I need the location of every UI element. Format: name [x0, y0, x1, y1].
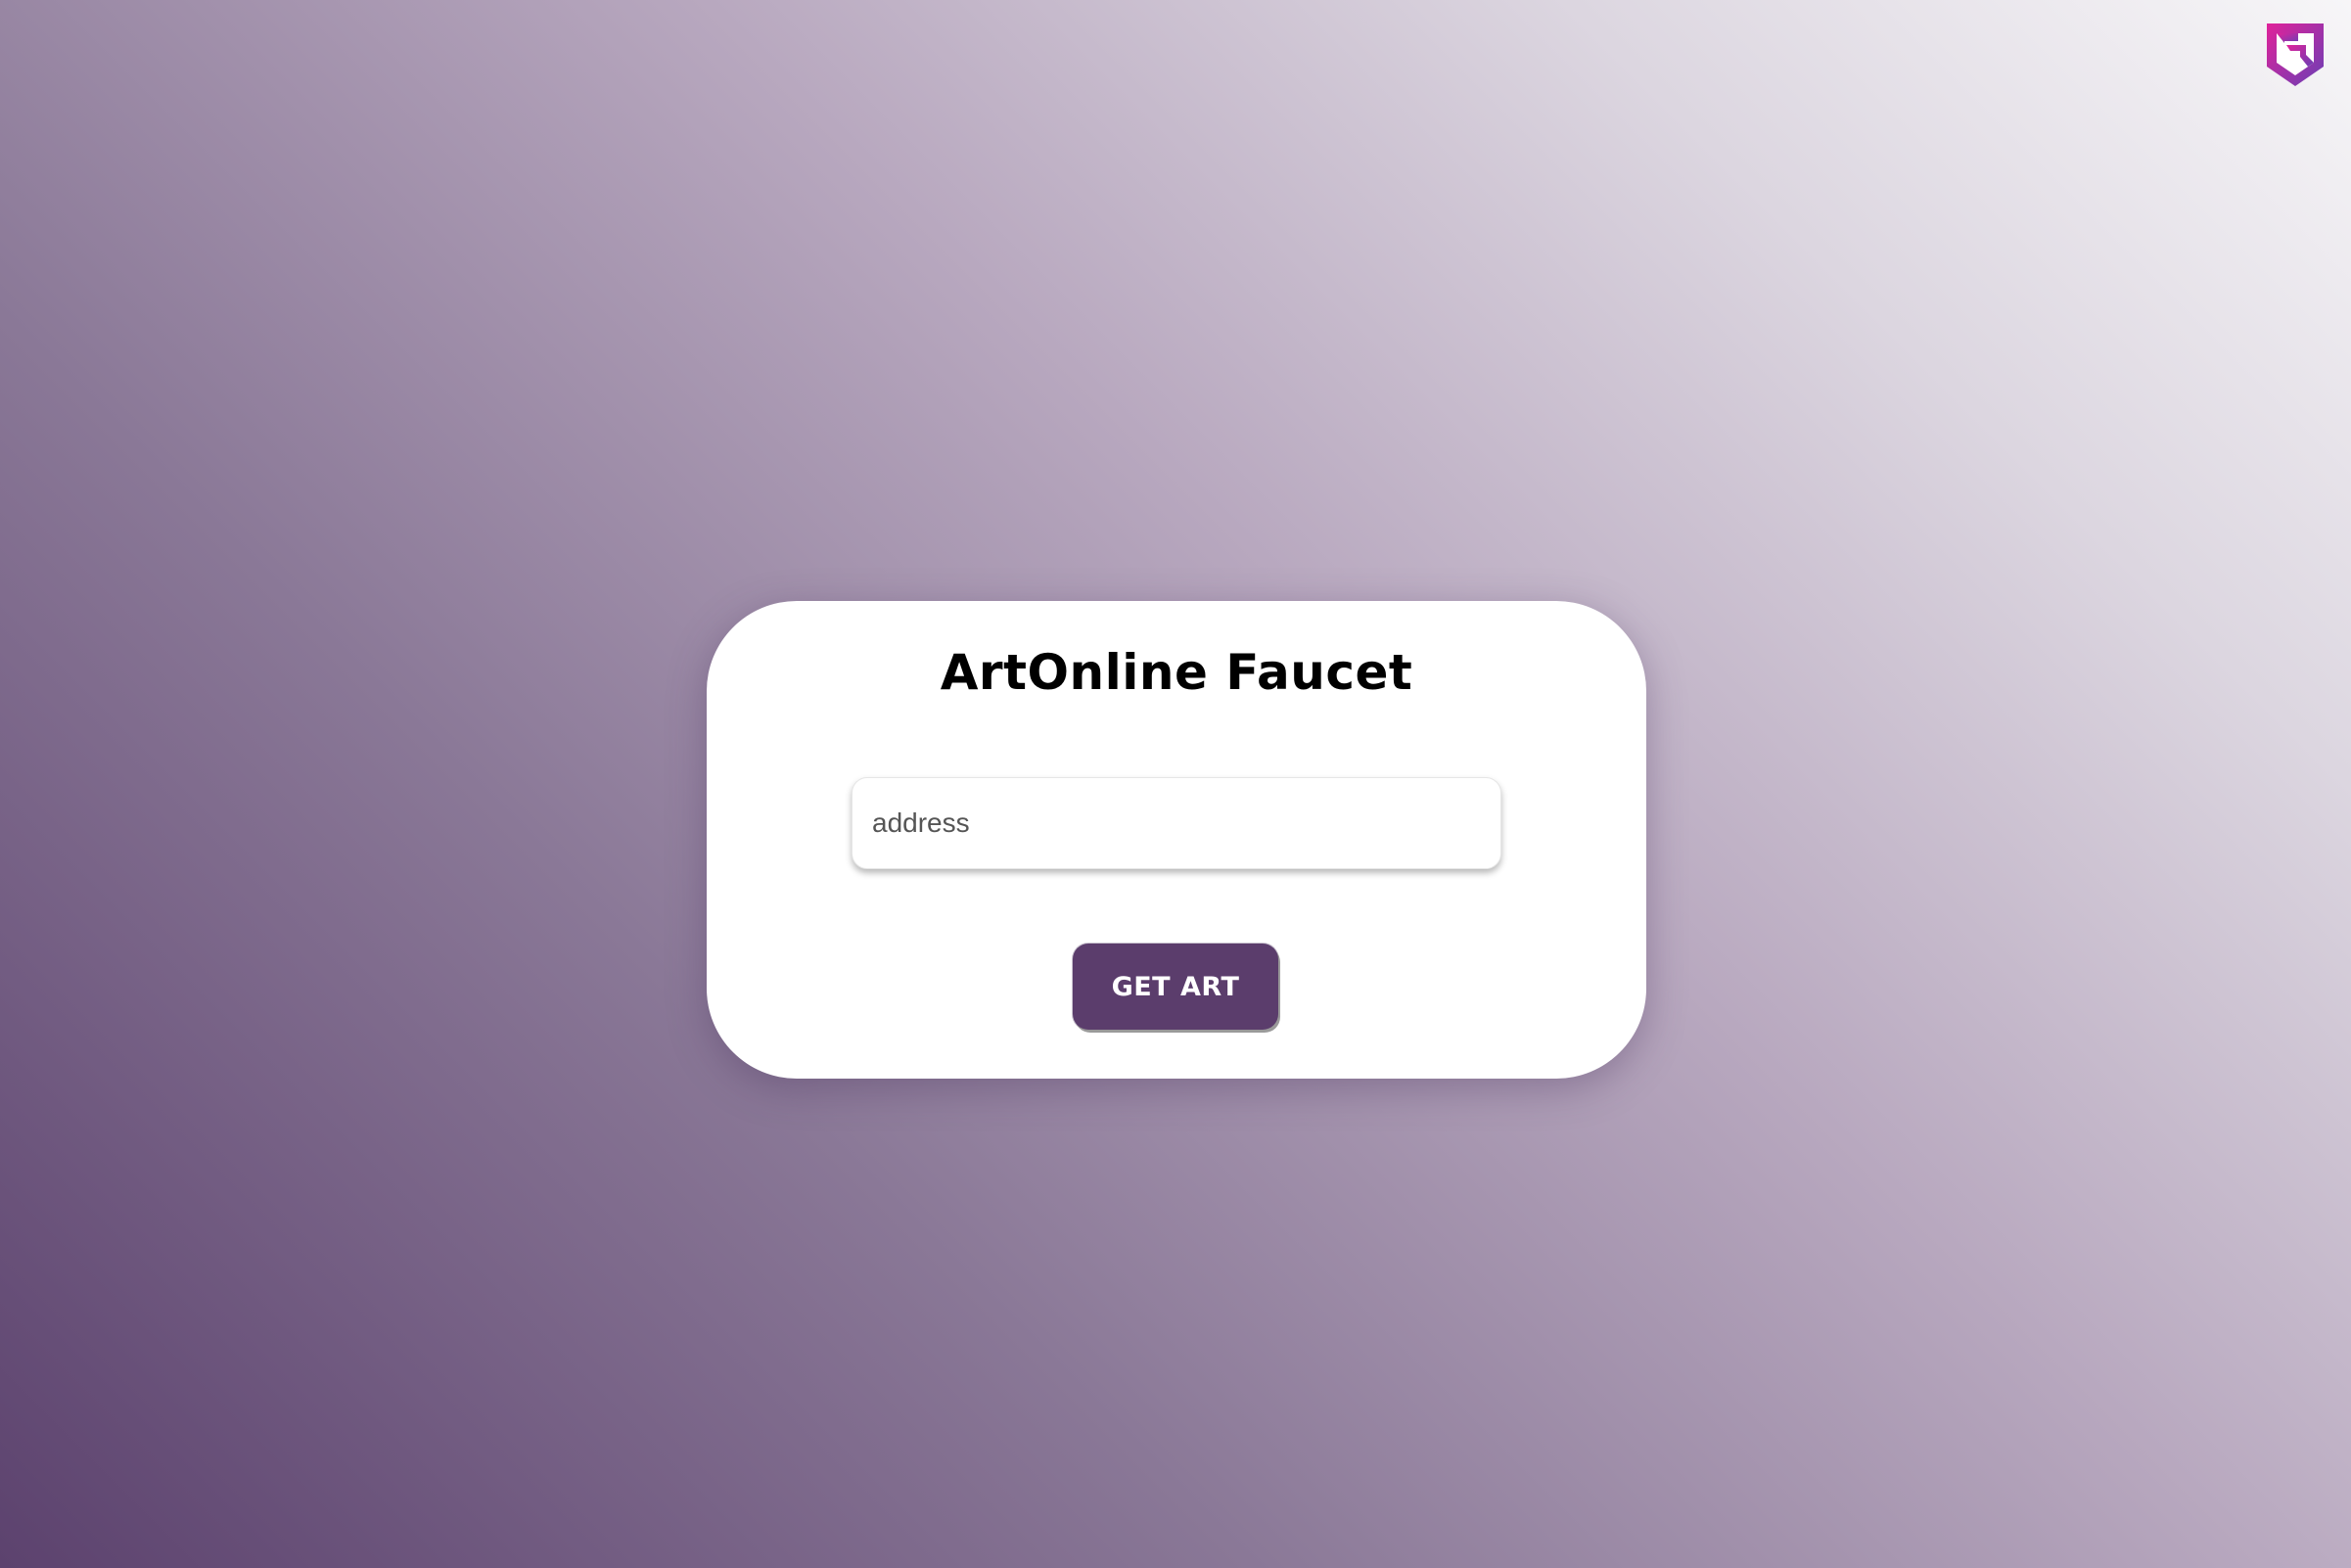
artonline-logo-icon[interactable] — [2265, 22, 2326, 88]
get-art-button[interactable]: GET ART — [1073, 944, 1278, 1030]
faucet-card: ArtOnline Faucet GET ART — [707, 601, 1646, 1079]
address-input[interactable] — [852, 777, 1501, 869]
page-title: ArtOnline Faucet — [940, 644, 1413, 701]
